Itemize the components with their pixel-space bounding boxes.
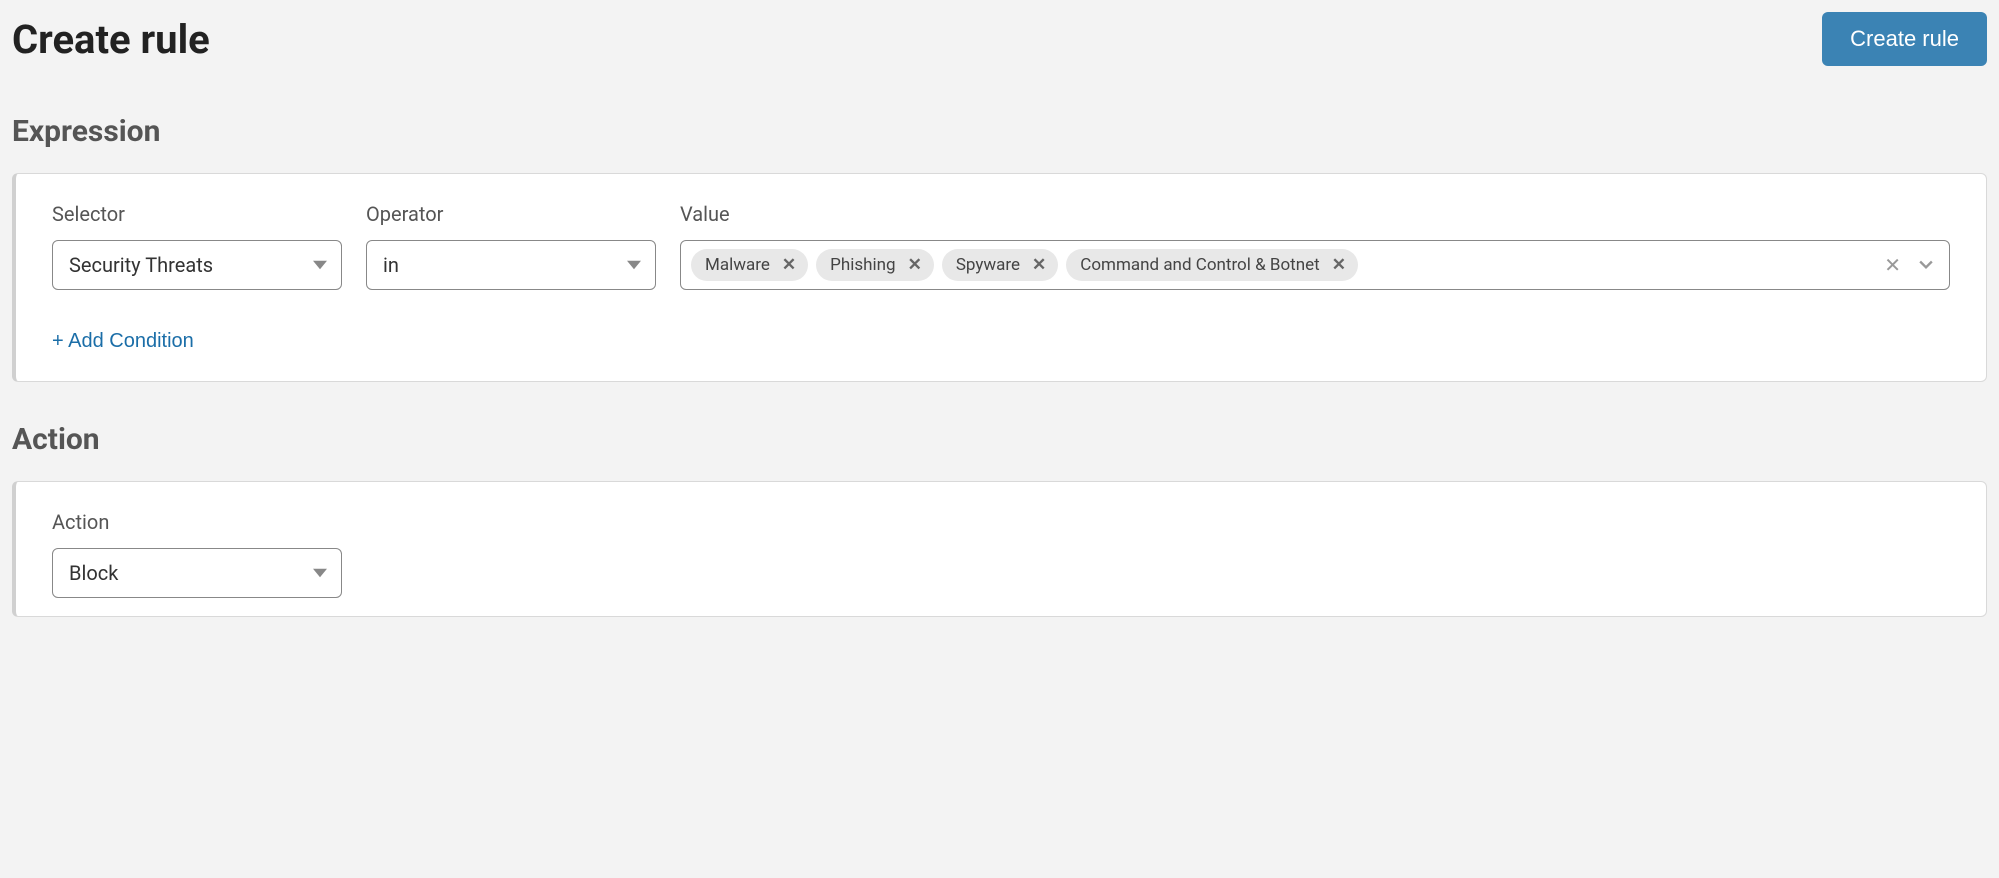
expression-row: Selector Security Threats Operator in Va… [52,202,1950,290]
selector-value: Security Threats [69,253,213,277]
chip-remove-icon[interactable]: ✕ [1030,257,1048,274]
clear-all-icon[interactable]: ✕ [1884,255,1901,275]
chip-remove-icon[interactable]: ✕ [780,257,798,274]
value-multiselect[interactable]: Malware ✕ Phishing ✕ Spyware ✕ Command a… [680,240,1950,290]
page-header: Create rule Create rule [12,12,1987,66]
selector-label: Selector [52,202,342,226]
action-section-title: Action [12,422,1987,457]
value-field: Value Malware ✕ Phishing ✕ Spyware ✕ Com… [680,202,1950,290]
expression-card: Selector Security Threats Operator in Va… [12,173,1987,382]
operator-field: Operator in [366,202,656,290]
value-chip: Malware ✕ [691,249,808,281]
action-card: Action Block [12,481,1987,617]
action-select[interactable]: Block [52,548,342,598]
chip-label: Phishing [830,255,895,275]
selector-field: Selector Security Threats [52,202,342,290]
chip-label: Spyware [956,255,1020,275]
value-label: Value [680,202,1950,226]
page-title: Create rule [12,16,210,63]
selector-select[interactable]: Security Threats [52,240,342,290]
chevron-down-icon [313,566,327,580]
operator-label: Operator [366,202,656,226]
chevron-down-icon [313,258,327,272]
value-chip: Phishing ✕ [816,249,934,281]
create-rule-button[interactable]: Create rule [1822,12,1987,66]
chevron-down-icon[interactable] [1919,258,1933,272]
chip-label: Malware [705,255,770,275]
action-label: Action [52,510,342,534]
expression-section-title: Expression [12,114,1987,149]
chip-remove-icon[interactable]: ✕ [906,257,924,274]
action-value: Block [69,561,118,585]
action-field: Action Block [52,510,342,598]
add-condition-button[interactable]: + Add Condition [52,330,194,353]
chevron-down-icon [627,258,641,272]
value-chip: Spyware ✕ [942,249,1058,281]
operator-select[interactable]: in [366,240,656,290]
value-chip: Command and Control & Botnet ✕ [1066,249,1358,281]
operator-value: in [383,253,399,277]
chip-remove-icon[interactable]: ✕ [1330,257,1348,274]
chip-label: Command and Control & Botnet [1080,255,1319,275]
